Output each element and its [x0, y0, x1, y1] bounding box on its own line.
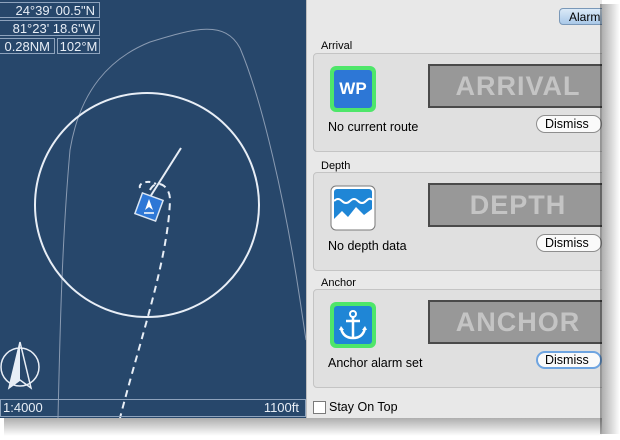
distance-value: 0.28NM [4, 39, 50, 54]
vessel-icon [133, 191, 165, 223]
distance-readout: 0.28NM [0, 38, 55, 54]
window-shadow-bottom [4, 418, 602, 436]
arrival-group-title: Arrival [321, 40, 353, 52]
heading-line [149, 147, 182, 198]
anchor-icon-glyph [334, 306, 372, 344]
anchor-display: ANCHOR [428, 300, 602, 344]
depth-display: DEPTH [428, 183, 602, 227]
arrival-status: No current route [328, 120, 419, 134]
anchor-icon [330, 302, 376, 348]
depth-dismiss-button[interactable]: Dismiss [536, 234, 602, 252]
waypoint-icon-label: WP [334, 70, 372, 108]
longitude-readout: 81°23' 18.6"W [0, 20, 100, 36]
anchor-group: ANCHOR Anchor alarm set Dismiss [313, 289, 602, 388]
arrival-group: WP ARRIVAL No current route Dismiss [313, 53, 602, 152]
depth-contour [57, 28, 306, 418]
arrival-display: ARRIVAL [428, 64, 602, 108]
chart-canvas[interactable] [0, 0, 306, 418]
depth-icon [330, 185, 376, 231]
tab-alarm[interactable]: Alarm [559, 8, 602, 25]
anchor-group-title: Anchor [321, 277, 356, 289]
depth-group-title: Depth [321, 160, 351, 172]
depth-group: DEPTH No depth data Dismiss [313, 172, 602, 271]
alarm-panel: Alarm Arrival WP ARRIVAL No current rout… [306, 0, 602, 418]
anchor-status: Anchor alarm set [328, 356, 423, 370]
stay-on-top-checkbox[interactable] [313, 401, 326, 414]
anchor-dismiss-button[interactable]: Dismiss [536, 351, 602, 369]
chart-view[interactable]: 24°39' 00.5"N 81°23' 18.6"W 0.28NM 102°M… [0, 0, 306, 418]
latitude-readout: 24°39' 00.5"N [0, 2, 100, 18]
scale-bar: 1:4000 1100ft [0, 399, 306, 417]
stay-on-top-label[interactable]: Stay On Top [329, 400, 398, 414]
longitude-value: 81°23' 18.6"W [12, 21, 95, 36]
north-arrow-icon [0, 341, 40, 390]
bearing-readout: 102°M [57, 38, 100, 54]
depth-status: No depth data [328, 239, 407, 253]
arrival-dismiss-button[interactable]: Dismiss [536, 115, 602, 133]
latitude-value: 24°39' 00.5"N [15, 3, 95, 18]
vessel-track [119, 182, 172, 418]
scale-ratio: 1:4000 [3, 400, 43, 415]
scale-distance: 1100ft [263, 400, 299, 415]
window-shadow-right [600, 4, 620, 434]
waypoint-icon: WP [330, 66, 376, 112]
